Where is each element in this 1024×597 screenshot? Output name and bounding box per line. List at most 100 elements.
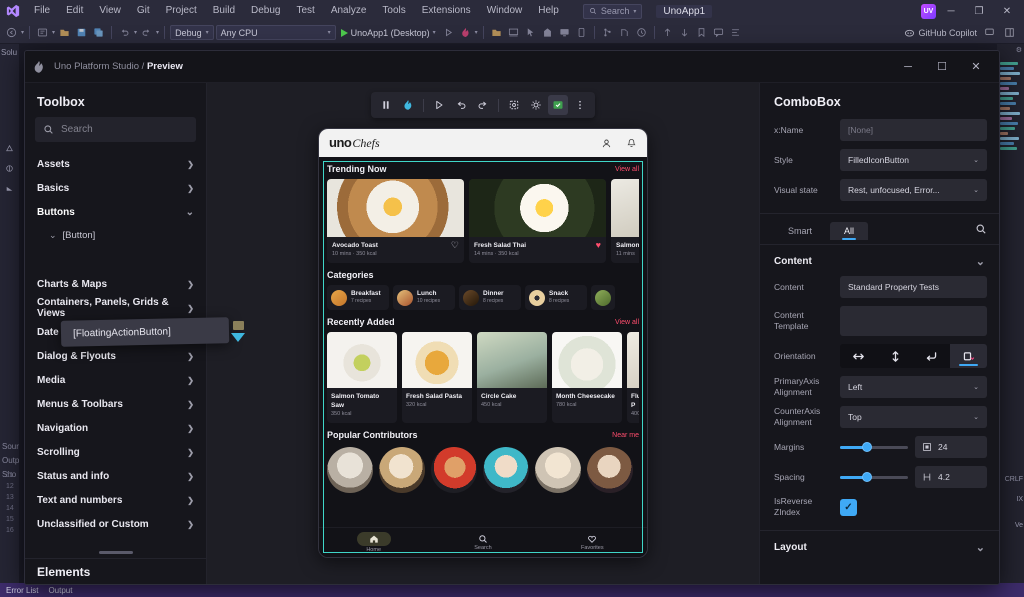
toolbox-category-media[interactable]: Media ❯: [25, 368, 206, 392]
avatar[interactable]: [535, 447, 581, 493]
more-icon[interactable]: [570, 95, 590, 115]
source-control-tab[interactable]: Sour: [2, 440, 19, 454]
menu-file[interactable]: File: [26, 0, 58, 22]
folder-icon[interactable]: [489, 25, 504, 40]
open-file-icon[interactable]: [57, 25, 72, 40]
gear-icon[interactable]: [526, 95, 546, 115]
output-tab[interactable]: Outp: [2, 454, 19, 468]
xname-input[interactable]: [None]: [840, 119, 987, 141]
toolbox-category-containers[interactable]: Containers, Panels, Grids & Views ❯: [25, 296, 206, 320]
spacing-value-input[interactable]: 4.2: [915, 466, 987, 488]
category-chip[interactable]: Dinner 8 recipes: [459, 285, 521, 310]
server-explorer-icon[interactable]: [3, 182, 16, 195]
pointer-icon[interactable]: [523, 25, 538, 40]
slider-knob[interactable]: [862, 442, 872, 452]
drag-ghost-floatingactionbutton[interactable]: [FloatingActionButton]: [61, 317, 230, 347]
chevron-down-icon[interactable]: ▾: [156, 29, 159, 36]
tab-smart[interactable]: Smart: [774, 222, 826, 240]
feedback-icon[interactable]: [982, 25, 997, 40]
redo-icon[interactable]: [139, 25, 154, 40]
status-output[interactable]: Output: [48, 586, 72, 595]
menu-analyze[interactable]: Analyze: [323, 0, 375, 22]
platform-select[interactable]: Any CPU ▾: [216, 25, 336, 40]
build-configuration-select[interactable]: Debug ▾: [170, 25, 214, 40]
panel-resize-handle[interactable]: [99, 551, 133, 554]
solution-explorer-tab[interactable]: Solu: [1, 48, 17, 57]
undo-icon[interactable]: [451, 95, 471, 115]
margins-value-input[interactable]: 24: [915, 436, 987, 458]
hot-reload-icon[interactable]: [398, 95, 418, 115]
properties-icon[interactable]: [3, 142, 16, 155]
toolbox-category-status-info[interactable]: Status and info ❯: [25, 464, 206, 488]
phone-icon[interactable]: [574, 25, 589, 40]
device-icon[interactable]: [548, 95, 568, 115]
hot-reload-icon[interactable]: [458, 25, 473, 40]
orientation-vertical-button[interactable]: [877, 344, 914, 368]
monitor-icon[interactable]: [557, 25, 572, 40]
view-all-link[interactable]: View all: [615, 319, 639, 326]
avatar[interactable]: [483, 447, 529, 493]
github-copilot-button[interactable]: GitHub Copilot: [904, 27, 977, 38]
select-element-icon[interactable]: [506, 25, 521, 40]
margins-slider[interactable]: [840, 440, 908, 454]
save-icon[interactable]: [74, 25, 89, 40]
up-arrow-icon[interactable]: [660, 25, 675, 40]
vs-search-box[interactable]: Search ▾: [583, 4, 643, 19]
minimap-gear-icon[interactable]: ⚙: [1016, 46, 1022, 54]
menu-view[interactable]: View: [91, 0, 129, 22]
inspect-icon[interactable]: [504, 95, 524, 115]
menu-build[interactable]: Build: [205, 0, 243, 22]
avatar[interactable]: [379, 447, 425, 493]
toolbox-search-input[interactable]: Search: [35, 117, 196, 142]
chevron-down-icon[interactable]: ▾: [134, 29, 137, 36]
menu-project[interactable]: Project: [158, 0, 205, 22]
toolbox-item-button[interactable]: ⌄ [Button]: [25, 224, 206, 246]
recipe-card[interactable]: Fluffy P 400 kcal: [627, 332, 639, 423]
orientation-wrap-button[interactable]: [914, 344, 951, 368]
food-card[interactable]: Avocado Toast 10 mins · 350 kcal ♡: [327, 179, 464, 263]
recipe-card[interactable]: Circle Cake 450 kcal: [477, 332, 547, 423]
pull-request-icon[interactable]: [617, 25, 632, 40]
chevron-down-icon[interactable]: ▾: [475, 29, 478, 36]
menu-edit[interactable]: Edit: [58, 0, 91, 22]
studio-close-button[interactable]: ✕: [959, 52, 993, 82]
food-card[interactable]: Salmon 11 mins: [611, 179, 639, 263]
menu-git[interactable]: Git: [129, 0, 158, 22]
menu-extensions[interactable]: Extensions: [414, 0, 479, 22]
avatar[interactable]: UV: [921, 4, 936, 19]
recipe-card[interactable]: Salmon Tomato Saw 350 kcal: [327, 332, 397, 423]
avatar[interactable]: [327, 447, 373, 493]
category-chip[interactable]: Snack 8 recipes: [525, 285, 587, 310]
toolbox-category-unclassified[interactable]: Unclassified or Custom ❯: [25, 512, 206, 536]
history-icon[interactable]: [634, 25, 649, 40]
branch-icon[interactable]: [600, 25, 615, 40]
elements-panel-header[interactable]: Elements: [25, 558, 206, 584]
chevron-down-icon[interactable]: ▾: [21, 29, 24, 36]
heart-icon[interactable]: ♥: [596, 241, 601, 250]
device-preview-frame[interactable]: uno Chefs Trending Now View all: [318, 128, 648, 558]
toolbox-category-navigation[interactable]: Navigation ❯: [25, 416, 206, 440]
category-chip[interactable]: [591, 285, 615, 310]
food-card[interactable]: Fresh Salad Thai 14 mins · 350 kcal ♥: [469, 179, 606, 263]
user-icon[interactable]: [601, 138, 612, 149]
recipe-card[interactable]: Month Cheesecake 780 kcal: [552, 332, 622, 423]
orientation-horizontal-button[interactable]: [840, 344, 877, 368]
trending-row[interactable]: Avocado Toast 10 mins · 350 kcal ♡: [327, 179, 639, 263]
content-template-input[interactable]: [840, 306, 987, 336]
visual-state-select[interactable]: Rest, unfocused, Error... ⌄: [840, 179, 987, 201]
tab-all[interactable]: All: [830, 222, 868, 240]
contributors-row[interactable]: [327, 445, 639, 493]
studio-minimize-button[interactable]: ─: [891, 52, 925, 82]
properties-scroll-area[interactable]: Content ⌄ Content Standard Property Test…: [760, 245, 999, 584]
counteraxis-alignment-select[interactable]: Top ⌄: [840, 406, 987, 428]
properties-search-icon[interactable]: [975, 222, 987, 240]
start-without-debugging-icon[interactable]: [441, 25, 456, 40]
play-icon[interactable]: [429, 95, 449, 115]
heart-icon[interactable]: ♡: [451, 241, 459, 250]
property-group-content[interactable]: Content ⌄: [760, 245, 999, 276]
vs-close-button[interactable]: ✕: [994, 0, 1020, 22]
style-select[interactable]: FilledIconButton ⌄: [840, 149, 987, 171]
chevron-down-icon[interactable]: ▾: [52, 29, 55, 36]
redo-icon[interactable]: [473, 95, 493, 115]
toolbox-category-menus-toolbars[interactable]: Menus & Toolbars ❯: [25, 392, 206, 416]
